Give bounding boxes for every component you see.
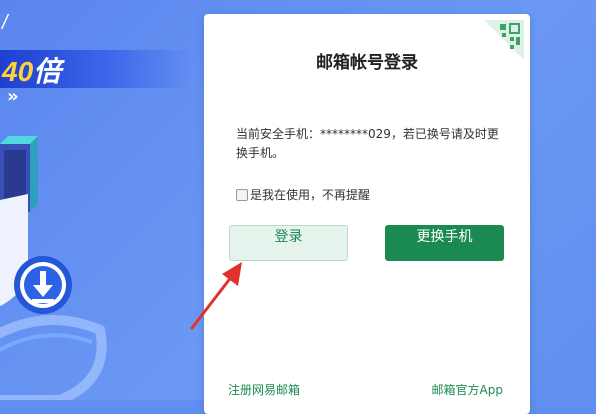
promo-highlight: 40 [2,56,34,87]
annotation-arrow [190,262,242,330]
promo-suffix: 倍 [33,56,62,87]
promo-headline[interactable]: 40倍 [2,50,61,88]
register-link[interactable]: 注册网易邮箱 [228,381,300,398]
change-phone-button[interactable]: 更换手机 [385,225,504,261]
remember-label: 是我在使用，不再提醒 [250,188,371,202]
promo-slash: / [2,12,8,34]
login-dialog: 邮箱帐号登录 当前安全手机：********029，若已换号请及时更换手机。 是… [204,14,530,414]
security-phone-notice: 当前安全手机：********029，若已换号请及时更换手机。 [236,127,499,160]
remember-device-option[interactable]: 是我在使用，不再提醒 [236,186,370,203]
remember-checkbox[interactable] [236,188,248,201]
login-button[interactable]: 登录 [229,225,348,261]
promo-more-arrows[interactable]: » [7,86,19,107]
download-icon [14,256,72,314]
dialog-title: 邮箱帐号登录 [316,53,418,73]
official-app-link[interactable]: 邮箱官方App [432,381,503,398]
